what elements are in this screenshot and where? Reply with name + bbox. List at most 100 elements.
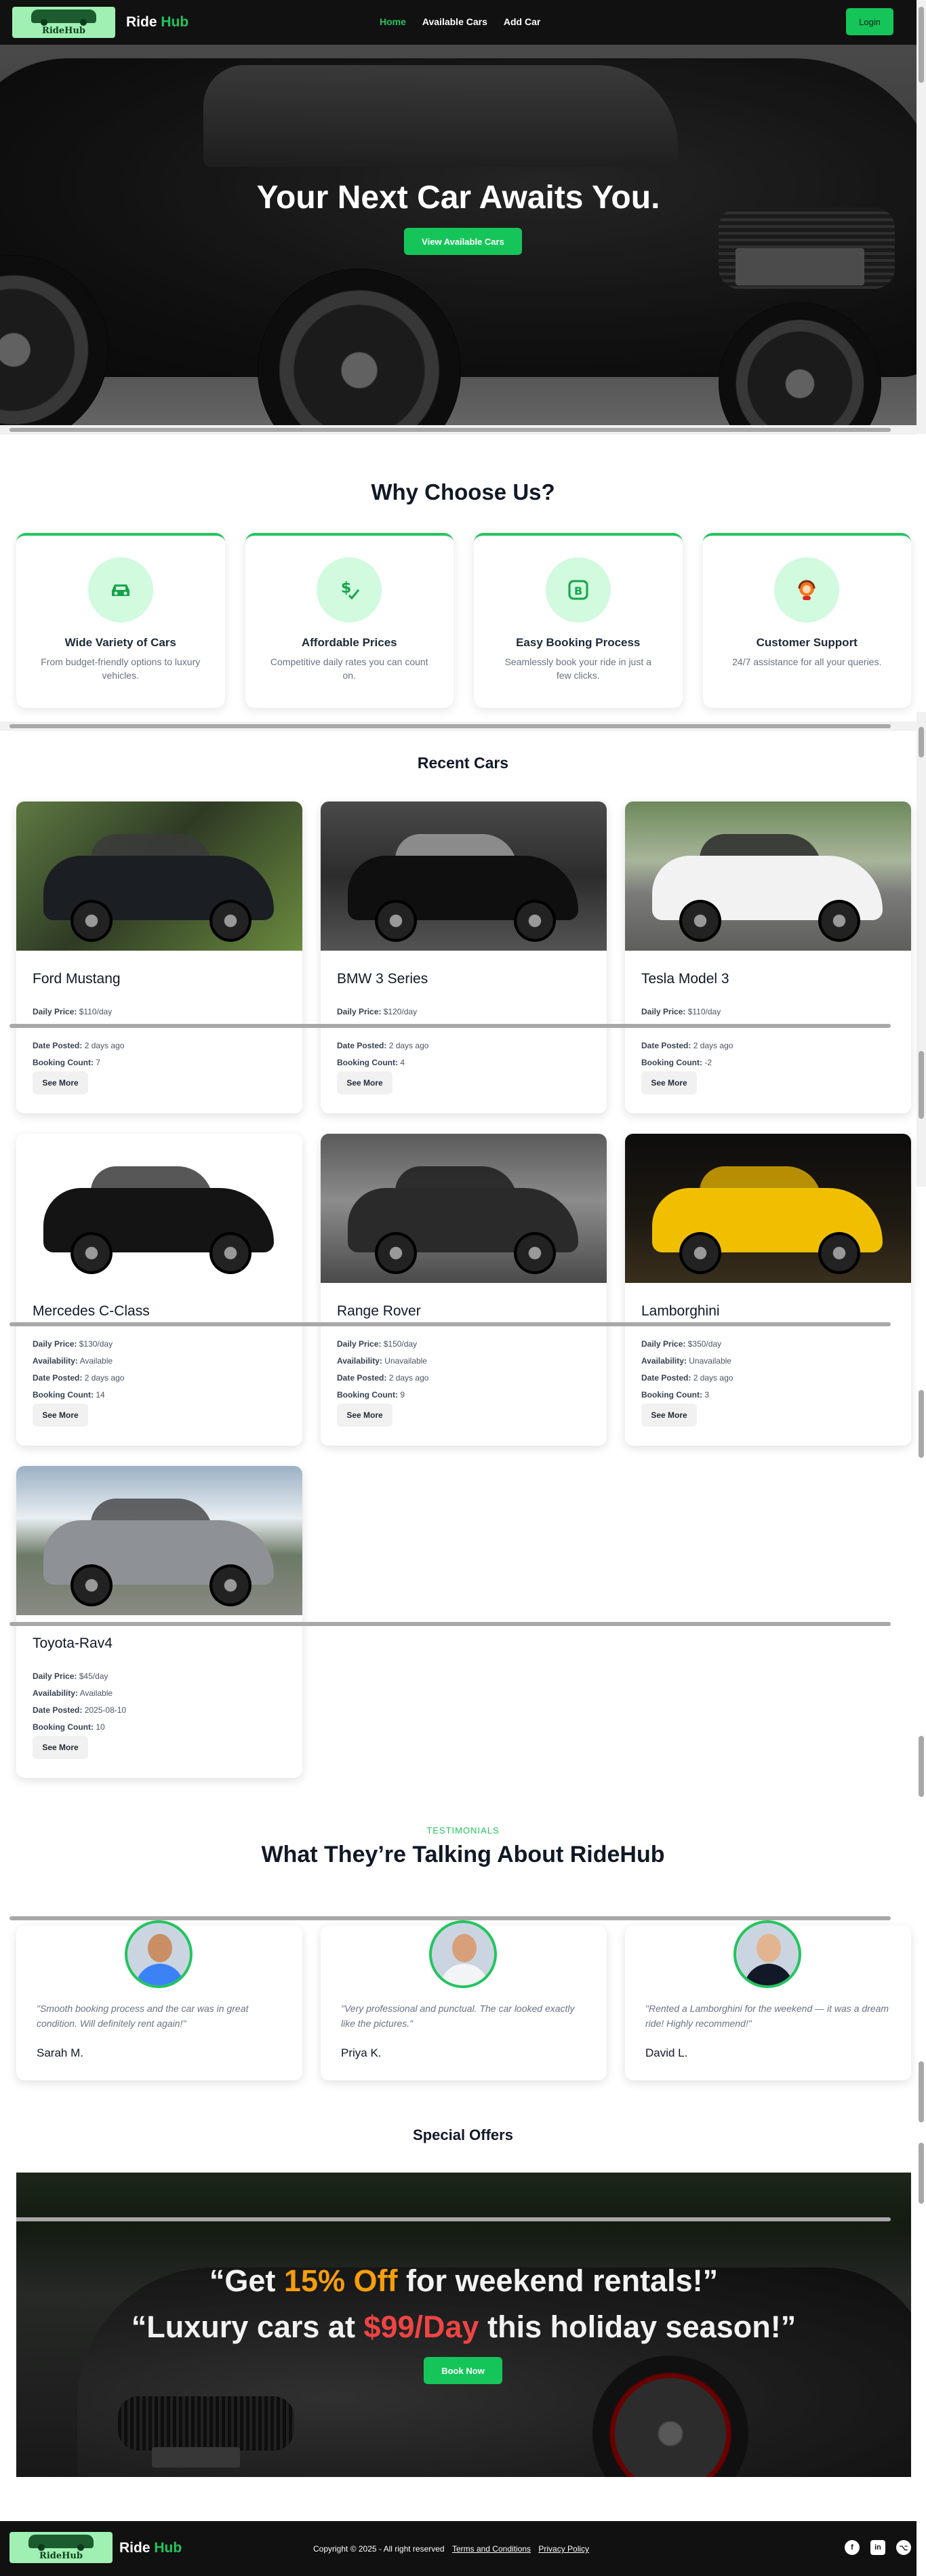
brand-accent: Hub [161, 14, 189, 30]
price-label: Daily Price: [337, 1339, 382, 1349]
car-price-row: Daily Price: $45/day [33, 1668, 126, 1685]
scrollbar-thumb[interactable] [16, 2217, 891, 2221]
date-label: Date Posted: [337, 1373, 387, 1383]
car-card[interactable]: Range Rover Daily Price: $150/day Availa… [321, 1134, 607, 1446]
github-icon[interactable]: ⌥ [896, 2540, 911, 2555]
feature-list: Wide Variety of Cars From budget-friendl… [16, 533, 911, 708]
car-card[interactable]: Ford Mustang Daily Price: $110/day Avail… [16, 801, 302, 1113]
scrollbar-thumb[interactable] [919, 1736, 924, 1797]
see-more-button[interactable]: See More [33, 1736, 88, 1759]
see-more-button[interactable]: See More [641, 1071, 697, 1094]
offer-highlight: 15% Off [283, 2263, 398, 2298]
logo[interactable]: RideHub [12, 7, 115, 38]
car-count-row: Booking Count: 9 [337, 1387, 428, 1404]
scrollbar-thumb[interactable] [9, 1622, 891, 1626]
car-wheel [514, 1232, 556, 1274]
car-image [625, 1134, 911, 1283]
car-name: Toyota-Rav4 [33, 1636, 113, 1651]
car-card[interactable]: BMW 3 Series Daily Price: $120/day Avail… [321, 801, 607, 1113]
brand-name[interactable]: Ride Hub [126, 14, 188, 31]
avatar [125, 1920, 193, 1988]
scrollbar-thumb[interactable] [919, 1390, 924, 1458]
hero-horizontal-scrollbar[interactable] [0, 425, 917, 435]
see-more-button[interactable]: See More [337, 1071, 392, 1094]
car-count-row: Booking Count: 7 [33, 1054, 124, 1071]
testimonial-quote: "Rented a Lamborghini for the weekend — … [645, 2003, 889, 2029]
offer-scrollbar[interactable] [16, 2215, 911, 2224]
car-count: 9 [400, 1390, 405, 1400]
footer-logo[interactable]: RideHub [9, 2532, 113, 2563]
linkedin-icon[interactable]: in [870, 2540, 885, 2555]
car-availability: Available [79, 1688, 113, 1698]
car-row-scrollbar[interactable] [0, 1021, 917, 1031]
car-date-row: Date Posted: 2 days ago [337, 1037, 428, 1054]
feature-title: Affordable Prices [301, 636, 397, 649]
scrollbar-thumb[interactable] [919, 1051, 924, 1119]
features-horizontal-scrollbar[interactable] [0, 721, 917, 731]
car-image [16, 801, 302, 951]
scrollbar-thumb[interactable] [9, 1916, 891, 1920]
feature-icon-circle [774, 557, 840, 622]
see-more-button[interactable]: See More [33, 1071, 88, 1094]
avatar-torso [744, 1964, 793, 1985]
page-scrollbar-thumb[interactable] [919, 7, 924, 83]
testimonial-author: Sarah M. [37, 2046, 83, 2059]
see-more-button[interactable]: See More [337, 1404, 392, 1427]
car-wheel [71, 1232, 113, 1274]
car-grid: Ford Mustang Daily Price: $110/day Avail… [16, 801, 911, 1778]
privacy-link[interactable]: Privacy Policy [538, 2544, 589, 2554]
hero-banner: Your Next Car Awaits You. View Available… [0, 45, 917, 427]
car-details: Daily Price: $130/day Availability: Avai… [33, 1336, 124, 1404]
scrollbar-thumb[interactable] [9, 724, 891, 728]
nav-link-home[interactable]: Home [380, 16, 406, 27]
nav-link-add-car[interactable]: Add Car [504, 16, 540, 27]
car-wheel [209, 1232, 251, 1274]
car-row-scrollbar[interactable] [0, 1320, 917, 1329]
scrollbar-thumb[interactable] [919, 727, 924, 757]
count-label: Booking Count: [641, 1390, 702, 1400]
car-date: 2 days ago [693, 1373, 733, 1383]
scrollbar-thumb[interactable] [919, 2061, 924, 2122]
avatar-head [148, 1934, 172, 1962]
see-more-button[interactable]: See More [641, 1404, 697, 1427]
car-wheel [71, 900, 113, 942]
nav-links: Home Available Cars Add Car [380, 16, 540, 27]
scrollbar-thumb[interactable] [9, 1322, 891, 1326]
offer-text: “Luxury cars at [131, 2310, 364, 2344]
availability-label: Availability: [641, 1356, 687, 1366]
view-available-cars-button[interactable]: View Available Cars [404, 228, 522, 255]
testimonial-quote: "Smooth booking process and the car was … [37, 2003, 249, 2029]
count-label: Booking Count: [33, 1058, 94, 1067]
scrollbar-thumb[interactable] [9, 428, 891, 432]
brand-main: Ride [119, 2540, 150, 2556]
car-card[interactable]: Lamborghini Daily Price: $350/day Availa… [625, 1134, 911, 1446]
scrollbar-thumb[interactable] [919, 2143, 924, 2204]
testimonials-vertical-scrollbar[interactable] [917, 1851, 926, 2326]
car-details: Daily Price: $350/day Availability: Unav… [641, 1336, 733, 1404]
copyright-text: Copyright © 2025 - All right reserved [313, 2544, 445, 2554]
book-now-button[interactable]: Book Now [424, 2357, 502, 2384]
price-label: Daily Price: [33, 1671, 77, 1681]
testimonial-list: "Smooth booking process and the car was … [16, 1920, 911, 2080]
car-row-scrollbar[interactable] [0, 1619, 917, 1629]
car-price: $120/day [383, 1007, 418, 1016]
facebook-icon[interactable]: f [845, 2540, 860, 2555]
terms-link[interactable]: Terms and Conditions [452, 2544, 531, 2554]
car-grid-scrollbar[interactable] [917, 1309, 926, 1797]
car-date-row: Date Posted: 2025-08-10 [33, 1702, 126, 1719]
feature-text: Seamlessly book your ride in just a few … [504, 656, 651, 681]
testimonial-card: "Very professional and punctual. The car… [321, 1920, 607, 2080]
logo-car-icon [31, 9, 96, 26]
car-card[interactable]: Mercedes C-Class Daily Price: $130/day A… [16, 1134, 302, 1446]
car-date-row: Date Posted: 2 days ago [641, 1037, 733, 1054]
scrollbar-thumb[interactable] [9, 1024, 891, 1028]
see-more-button[interactable]: See More [33, 1404, 88, 1427]
car-card[interactable]: Tesla Model 3 Daily Price: $110/day Avai… [625, 801, 911, 1113]
nav-link-available-cars[interactable]: Available Cars [422, 16, 487, 27]
avatar-torso [136, 1964, 184, 1985]
page-scrollbar[interactable] [917, 0, 926, 434]
section-scrollbar[interactable] [917, 712, 926, 1187]
car-count-row: Booking Count: 4 [337, 1054, 428, 1071]
login-button[interactable]: Login [846, 8, 893, 35]
car-availability: Unavailable [384, 1356, 427, 1366]
